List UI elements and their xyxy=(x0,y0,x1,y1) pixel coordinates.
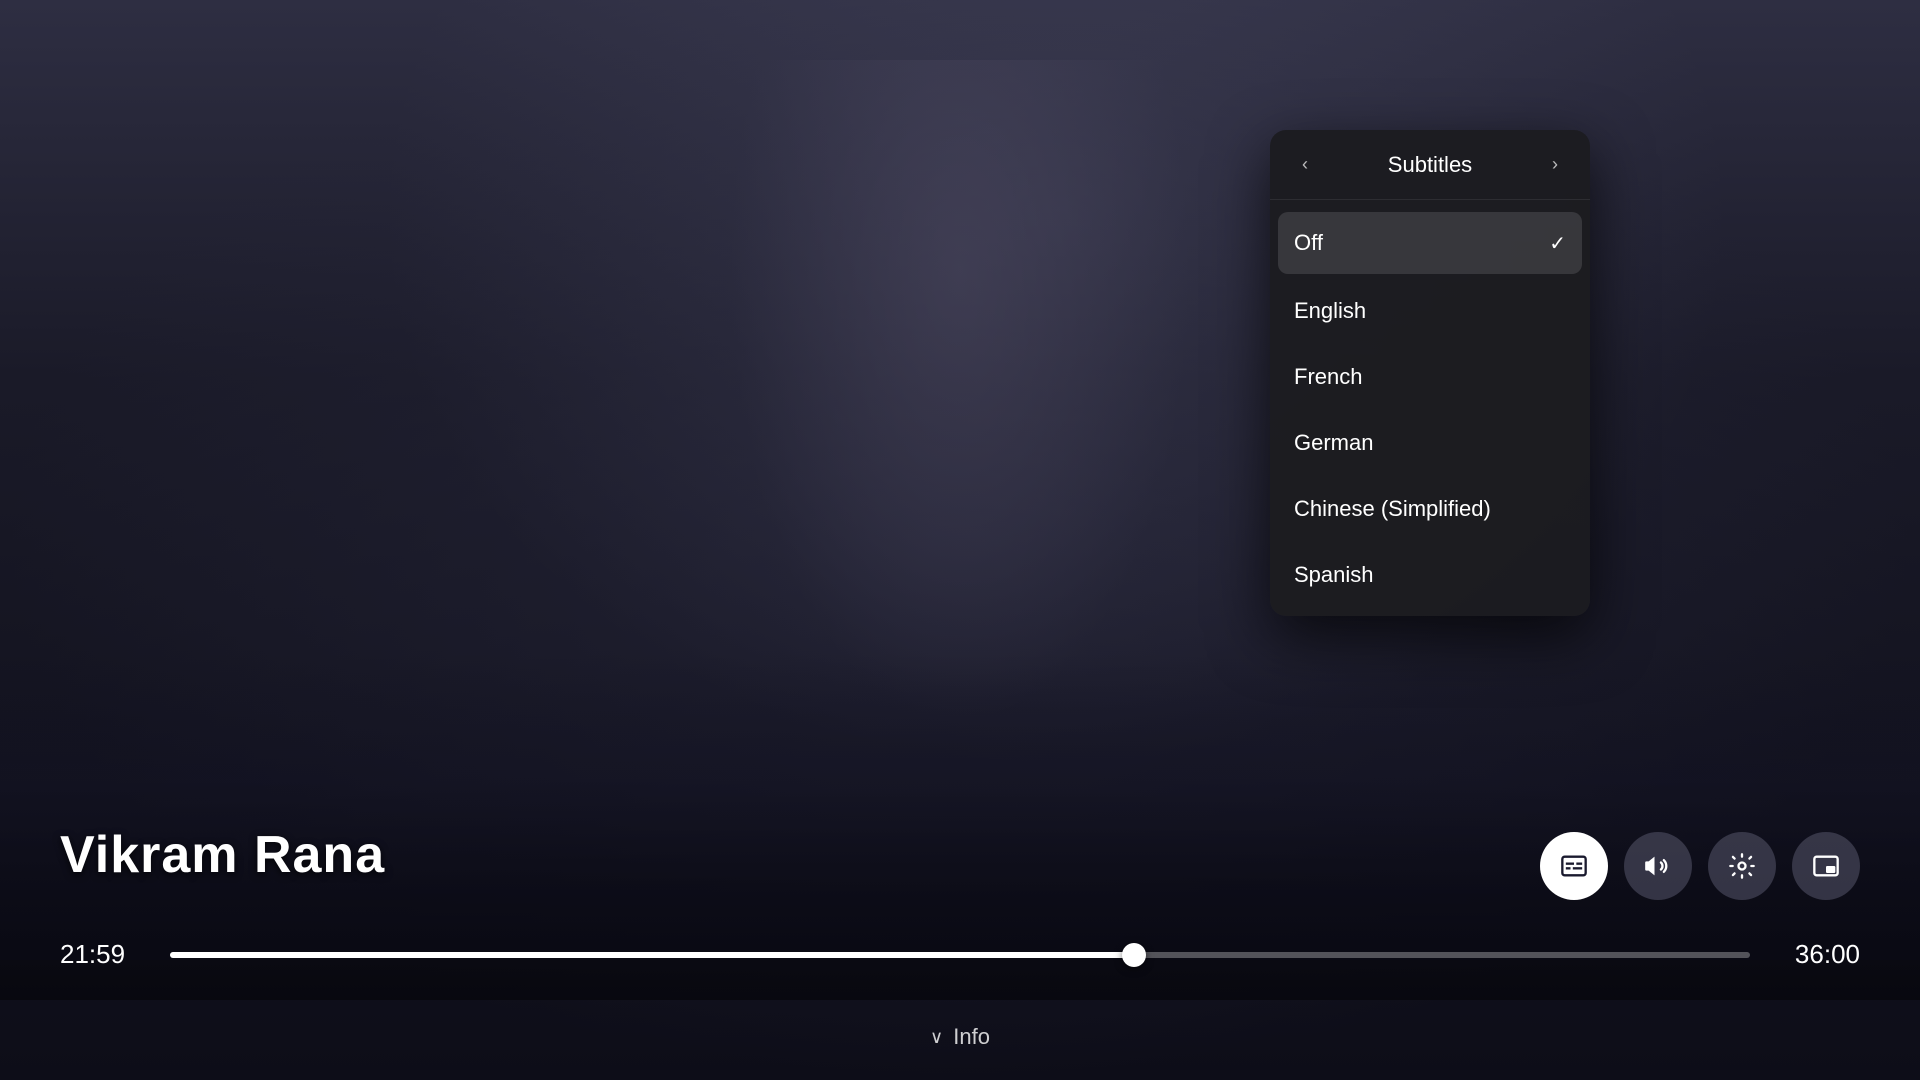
progress-thumb[interactable] xyxy=(1122,943,1146,967)
hero-glow xyxy=(710,60,1210,760)
subtitle-checkmark-off: ✓ xyxy=(1549,231,1566,256)
subtitle-button[interactable] xyxy=(1540,832,1608,900)
total-time: 36:00 xyxy=(1770,939,1860,970)
info-button[interactable]: ∨ Info xyxy=(930,1024,990,1050)
info-label: Info xyxy=(953,1024,990,1050)
subtitle-list: Off ✓ English French German Chinese (Sim… xyxy=(1270,200,1590,616)
panel-header: ‹ Subtitles › xyxy=(1270,130,1590,200)
player-controls xyxy=(1540,832,1860,900)
subtitle-option-label-chinese-simplified: Chinese (Simplified) xyxy=(1294,496,1491,522)
subtitle-option-german[interactable]: German xyxy=(1270,410,1590,476)
subtitles-panel: ‹ Subtitles › Off ✓ English French Germa… xyxy=(1270,130,1590,616)
subtitle-option-label-off: Off xyxy=(1294,230,1323,256)
subtitle-option-label-german: German xyxy=(1294,430,1373,456)
subtitle-option-label-french: French xyxy=(1294,364,1362,390)
city-overlay xyxy=(0,660,1920,960)
pip-icon xyxy=(1812,852,1840,880)
subtitle-option-spanish[interactable]: Spanish xyxy=(1270,542,1590,608)
panel-nav-right[interactable]: › xyxy=(1544,150,1566,179)
info-chevron: ∨ xyxy=(930,1027,943,1048)
panel-title: Subtitles xyxy=(1316,152,1544,178)
settings-icon xyxy=(1728,852,1756,880)
movie-title: Vikram Rana xyxy=(60,825,385,885)
subtitle-option-label-spanish: Spanish xyxy=(1294,562,1374,588)
subtitle-option-off[interactable]: Off ✓ xyxy=(1278,212,1582,274)
subtitle-icon xyxy=(1560,852,1588,880)
panel-nav-left[interactable]: ‹ xyxy=(1294,150,1316,179)
audio-button[interactable] xyxy=(1624,832,1692,900)
pip-button[interactable] xyxy=(1792,832,1860,900)
progress-bar-container: 21:59 36:00 xyxy=(60,939,1860,970)
progress-fill xyxy=(170,952,1134,958)
audio-icon xyxy=(1644,852,1672,880)
subtitle-option-english[interactable]: English xyxy=(1270,278,1590,344)
progress-bar[interactable] xyxy=(170,952,1750,958)
current-time: 21:59 xyxy=(60,939,150,970)
settings-button[interactable] xyxy=(1708,832,1776,900)
subtitle-option-french[interactable]: French xyxy=(1270,344,1590,410)
subtitle-option-label-english: English xyxy=(1294,298,1366,324)
subtitle-option-chinese-simplified[interactable]: Chinese (Simplified) xyxy=(1270,476,1590,542)
